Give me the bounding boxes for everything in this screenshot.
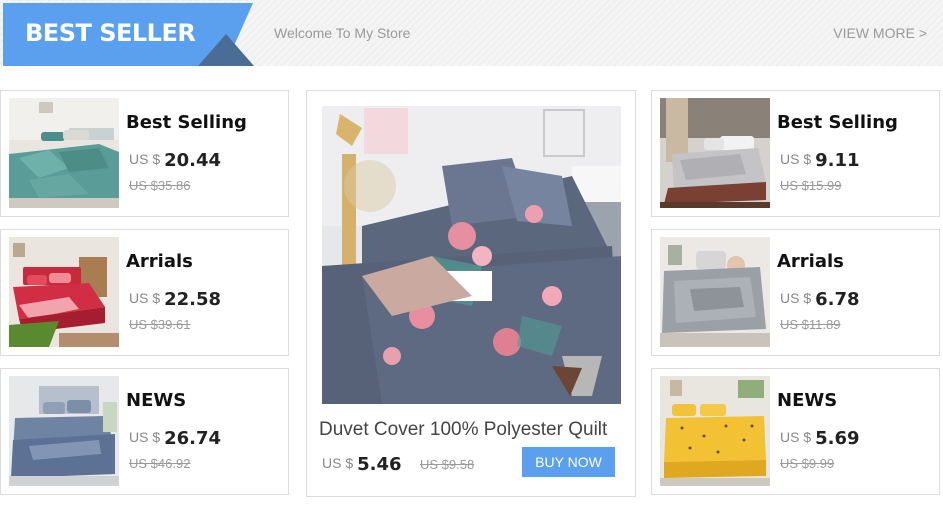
original-price: US $11.89 [780, 317, 841, 332]
price-value: 26.74 [164, 428, 222, 449]
original-price: US $39.61 [129, 317, 191, 332]
buy-now-button[interactable]: BUY NOW [522, 447, 615, 477]
currency-label: US $ [780, 290, 812, 306]
price-value: 22.58 [164, 289, 222, 310]
product-price: US $26.74 [129, 428, 221, 449]
price-value: 6.78 [815, 289, 860, 310]
product-title: Arrials [126, 251, 193, 272]
product-title: Best Selling [126, 112, 247, 133]
currency-label: US $ [129, 429, 161, 445]
product-image[interactable] [660, 98, 770, 208]
currency-label: US $ [129, 151, 161, 167]
original-price: US $46.92 [129, 456, 191, 471]
product-card[interactable]: Arrials US $6.78 US $11.89 [651, 229, 940, 356]
welcome-text: Welcome To My Store [274, 25, 411, 41]
product-price: US $6.78 [780, 289, 860, 310]
featured-original-price: US $9.58 [420, 457, 475, 472]
product-image[interactable] [660, 376, 770, 486]
original-price: US $9.99 [780, 456, 835, 471]
currency-label: US $ [129, 290, 161, 306]
product-price: US $5.69 [780, 428, 860, 449]
product-image[interactable] [9, 237, 119, 347]
product-title: NEWS [777, 390, 838, 411]
price-value: 5.46 [357, 454, 402, 475]
header-bar: BEST SELLER Welcome To My Store VIEW MOR… [0, 0, 943, 66]
product-image[interactable] [9, 98, 119, 208]
product-title: NEWS [126, 390, 187, 411]
currency-label: US $ [780, 429, 812, 445]
product-image[interactable] [660, 237, 770, 347]
product-price: US $20.44 [129, 150, 221, 171]
banner-title: BEST SELLER [25, 19, 196, 47]
product-card[interactable]: NEWS US $5.69 US $9.99 [651, 368, 940, 495]
product-card[interactable]: NEWS US $26.74 US $46.92 [0, 368, 289, 495]
product-price: US $9.11 [780, 150, 860, 171]
view-more-link[interactable]: VIEW MORE > [833, 25, 927, 41]
featured-title: Duvet Cover 100% Polyester Quilt [319, 419, 608, 440]
original-price: US $15.99 [780, 178, 842, 193]
price-value: 9.11 [815, 150, 860, 171]
featured-price: US $5.46 [322, 454, 402, 475]
product-price: US $22.58 [129, 289, 221, 310]
product-card[interactable]: Arrials US $22.58 US $39.61 [0, 229, 289, 356]
product-card[interactable]: Best Selling US $20.44 US $35.86 [0, 90, 289, 217]
original-price: US $35.86 [129, 178, 191, 193]
product-title: Best Selling [777, 112, 898, 133]
price-value: 5.69 [815, 428, 860, 449]
product-image[interactable] [9, 376, 119, 486]
product-title: Arrials [777, 251, 844, 272]
featured-image[interactable] [322, 106, 621, 404]
currency-label: US $ [780, 151, 812, 167]
currency-label: US $ [322, 455, 354, 471]
featured-product[interactable]: Duvet Cover 100% Polyester Quilt US $5.4… [306, 90, 636, 497]
price-value: 20.44 [164, 150, 222, 171]
product-card[interactable]: Best Selling US $9.11 US $15.99 [651, 90, 940, 217]
